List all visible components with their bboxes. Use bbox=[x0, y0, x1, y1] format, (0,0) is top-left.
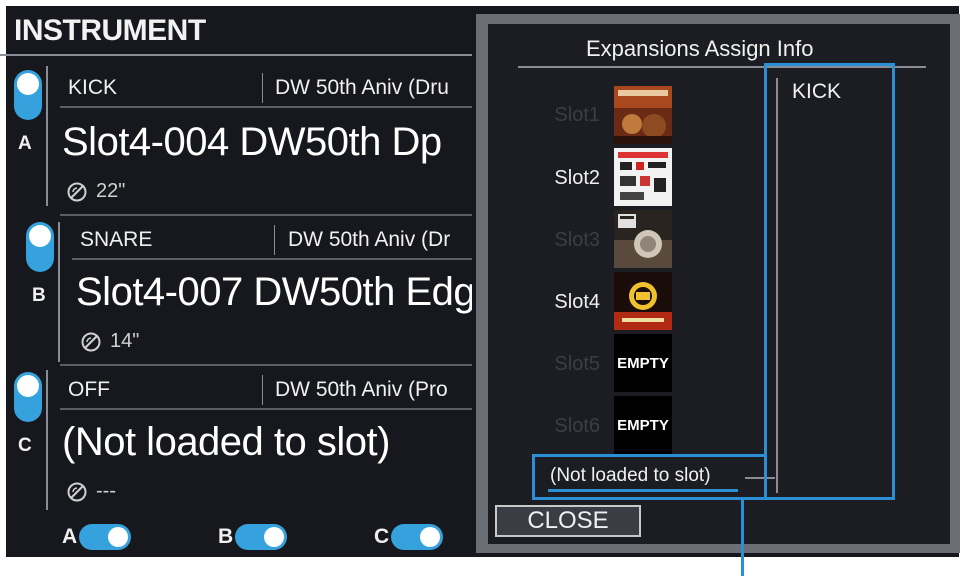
toggle-switch[interactable] bbox=[79, 524, 132, 550]
track-c-kit: DW 50th Aniv (Pro bbox=[275, 378, 448, 401]
slot1-thumbnail bbox=[614, 86, 672, 144]
drum-size-icon bbox=[67, 182, 87, 201]
track-sep-ab bbox=[60, 214, 472, 216]
drum-size-icon bbox=[81, 332, 101, 351]
track-a-part-divider bbox=[262, 73, 263, 103]
slot6-thumbnail: EMPTY bbox=[614, 396, 672, 454]
callout-leader-bottom bbox=[532, 497, 895, 500]
track-b-instrument[interactable]: Slot4-007 DW50th Edge bbox=[76, 270, 472, 315]
track-c-size: --- bbox=[96, 480, 116, 502]
callout-pointer bbox=[741, 500, 744, 576]
track-a-size: 22" bbox=[96, 180, 126, 202]
track-b-size: 14" bbox=[110, 330, 140, 352]
callout-leader-vertical bbox=[764, 63, 767, 457]
track-b-size-row: 14" bbox=[80, 330, 139, 353]
not-loaded-label: (Not loaded to slot) bbox=[550, 465, 711, 486]
callout-box bbox=[764, 63, 895, 500]
bottom-toggle-a[interactable]: A bbox=[62, 524, 132, 550]
close-button[interactable]: CLOSE bbox=[495, 505, 641, 537]
callout-underline bbox=[548, 489, 738, 492]
track-a-instrument[interactable]: Slot4-004 DW50th Dp bbox=[62, 120, 472, 165]
track-a-part: KICK bbox=[68, 76, 118, 99]
track-b-part: SNARE bbox=[80, 228, 153, 251]
track-b-kit: DW 50th Aniv (Dr bbox=[288, 228, 451, 251]
track-c-part-divider bbox=[262, 375, 263, 405]
track-c-part: OFF bbox=[68, 378, 110, 401]
slot1-label: Slot1 bbox=[554, 104, 600, 126]
track-sep-bc bbox=[60, 364, 472, 366]
callout-leader-horizontal bbox=[532, 454, 767, 457]
track-c-letter: C bbox=[18, 435, 32, 456]
title-divider bbox=[0, 54, 472, 56]
track-b-bar bbox=[58, 222, 60, 362]
bottom-toggle-b-label: B bbox=[218, 525, 234, 548]
track-c-sep bbox=[60, 408, 472, 410]
track-a-bar bbox=[46, 66, 48, 206]
track-c-toggle[interactable] bbox=[14, 372, 42, 422]
bottom-toggle-c-label: C bbox=[374, 525, 390, 548]
popup-title: Expansions Assign Info bbox=[586, 36, 814, 61]
track-c-size-row: --- bbox=[66, 480, 116, 503]
slot4-label: Slot4 bbox=[554, 291, 600, 313]
slot3-label: Slot3 bbox=[554, 229, 600, 251]
toggle-switch[interactable] bbox=[235, 524, 288, 550]
bottom-toggle-a-label: A bbox=[62, 525, 78, 548]
slot3-thumbnail bbox=[614, 210, 672, 268]
track-b-sep bbox=[72, 258, 472, 260]
track-c-instrument[interactable]: (Not loaded to slot) bbox=[62, 420, 472, 465]
slot5-label: Slot5 bbox=[554, 353, 600, 375]
track-a-kit: DW 50th Aniv (Dru bbox=[275, 76, 449, 99]
slot4-thumbnail bbox=[614, 272, 672, 330]
instrument-title: INSTRUMENT bbox=[14, 14, 206, 47]
bottom-toggle-b[interactable]: B bbox=[218, 524, 288, 550]
slot2-thumbnail bbox=[614, 148, 672, 206]
track-b-part-divider bbox=[274, 225, 275, 255]
track-c-bar bbox=[46, 370, 48, 510]
track-a-sep bbox=[60, 106, 472, 108]
slot6-label: Slot6 bbox=[554, 415, 600, 437]
callout-leader-left bbox=[532, 454, 535, 500]
slot5-thumbnail: EMPTY bbox=[614, 334, 672, 392]
track-a-toggle[interactable] bbox=[14, 70, 42, 120]
track-a-letter: A bbox=[18, 133, 32, 154]
slot2-label: Slot2 bbox=[554, 167, 600, 189]
track-b-letter: B bbox=[32, 285, 46, 306]
track-b-toggle[interactable] bbox=[26, 222, 54, 272]
drum-size-icon bbox=[67, 482, 87, 501]
bottom-toggle-c[interactable]: C bbox=[374, 524, 444, 550]
toggle-switch[interactable] bbox=[391, 524, 444, 550]
track-a-size-row: 22" bbox=[66, 180, 125, 203]
